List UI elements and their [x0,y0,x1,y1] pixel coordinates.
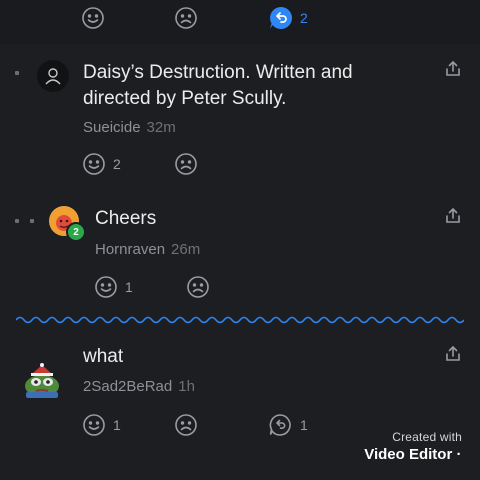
watermark-line2: Video Editor · [364,446,462,463]
level-badge: 2 [66,222,86,242]
share-icon[interactable] [444,207,462,230]
author-name[interactable]: 2Sad2BeRad [83,378,172,395]
comment-text: Daisy’s Destruction. Written and directe… [83,60,423,112]
video-editor-watermark: Created with Video Editor · [364,430,462,463]
comment-meta: Hornraven 26m [95,241,200,258]
author-name[interactable]: Sueicide [83,119,141,136]
reply-count: 1 [300,417,308,433]
comment-text-line: Daisy’s Destruction. Written and [83,62,353,83]
comment-text: Cheers [95,208,157,229]
downvote-frown-icon[interactable] [174,6,198,30]
downvote-frown-icon[interactable] [186,275,210,299]
watermark-line1: Created with [392,430,462,444]
comment-text-line: directed by Peter Scully. [83,88,287,109]
share-icon[interactable] [444,60,462,83]
like-count: 2 [113,156,121,172]
wavy-divider [16,316,464,324]
timestamp: 26m [171,241,201,258]
thread-dot [15,71,19,75]
like-count: 1 [113,417,121,433]
upvote-smile-icon[interactable] [81,6,105,30]
comment-meta: Sueicide 32m [83,119,176,136]
downvote-frown-icon[interactable] [174,413,198,437]
level-badge-number: 2 [73,226,79,238]
thread-dot [30,219,34,223]
reply-bubble-icon[interactable] [268,5,294,31]
reply-count: 2 [300,10,308,26]
upvote-smile-icon[interactable] [82,413,106,437]
comment-meta: 2Sad2BeRad 1h [83,378,195,395]
thread-dot [15,219,19,223]
downvote-frown-icon[interactable] [174,152,198,176]
avatar[interactable] [37,60,69,92]
comment-text: what [83,346,124,367]
previous-comment-actions [0,0,480,44]
timestamp: 1h [178,378,195,395]
share-icon[interactable] [444,345,462,368]
author-name[interactable]: Hornraven [95,241,165,258]
upvote-smile-icon[interactable] [82,152,106,176]
reply-icon[interactable] [268,413,292,437]
upvote-smile-icon[interactable] [94,275,118,299]
like-count: 1 [125,279,133,295]
timestamp: 32m [146,119,176,136]
avatar[interactable] [18,360,66,400]
